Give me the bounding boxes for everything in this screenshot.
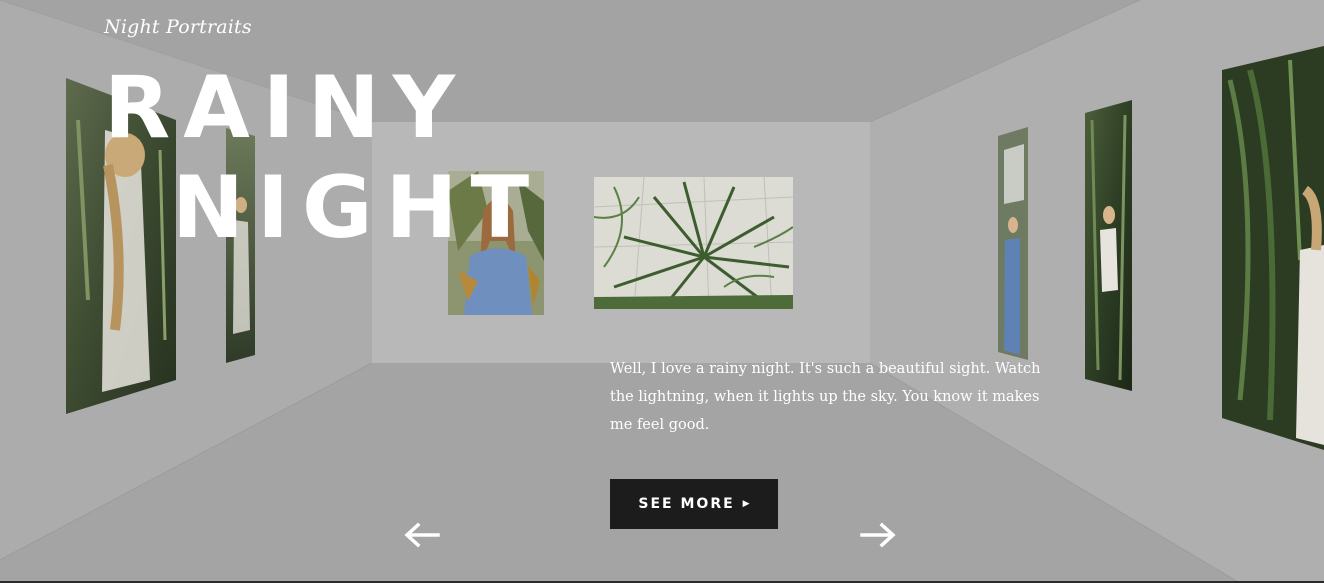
hero-title-line1: RAINY <box>104 58 469 158</box>
arrow-right-icon[interactable] <box>858 520 898 550</box>
photo-woman-white-dress-plants[interactable] <box>1085 100 1132 391</box>
hero-title: RAINY NIGHT <box>104 58 542 258</box>
photo-woman-in-jungle[interactable] <box>1222 46 1324 450</box>
see-more-label: SEE MORE <box>638 496 735 512</box>
see-more-button[interactable]: SEE MORE ▶ <box>610 479 778 529</box>
hero-subtitle: Night Portraits <box>104 16 252 38</box>
hero-title-line2: NIGHT <box>172 158 543 258</box>
photo-woman-blue-dress-standing[interactable] <box>998 127 1028 360</box>
caret-right-icon: ▶ <box>742 499 750 509</box>
hero-description: Well, I love a rainy night. It's such a … <box>610 361 1041 433</box>
arrow-left-icon[interactable] <box>402 520 442 550</box>
